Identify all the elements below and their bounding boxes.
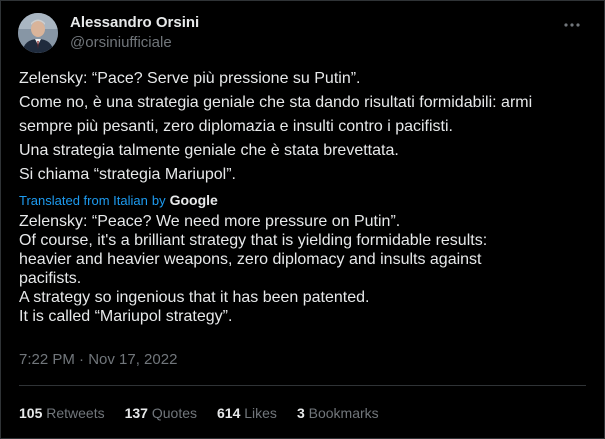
avatar-photo — [18, 13, 58, 53]
more-options-button[interactable] — [560, 13, 584, 37]
translation-attribution[interactable]: Translated from Italian by Google — [19, 192, 218, 208]
divider — [19, 385, 586, 386]
bookmarks-count: 3 — [296, 405, 309, 421]
google-logo: Google — [169, 192, 218, 208]
tweet-line: Si chiama “strategia Mariupol”. — [19, 166, 236, 183]
tweet-line: Una strategia talmente geniale che è sta… — [19, 142, 399, 159]
quotes-label: Quotes — [151, 405, 197, 421]
translated-line: It is called “Mariupol strategy”. — [19, 308, 233, 325]
tweet-text: Zelensky: “Pace? Serve più pressione su … — [19, 67, 594, 187]
likes-count: 614 — [217, 405, 245, 421]
bookmarks-stat[interactable]: 3 Bookmarks — [297, 405, 379, 421]
translated-from-label: Translated from Italian — [19, 192, 148, 208]
tweet-line: sempre più pesanti, zero diplomazia e in… — [19, 118, 453, 135]
translated-line: Of course, it's a brilliant strategy tha… — [19, 232, 488, 249]
tweet-line: Come no, è una strategia geniale che sta… — [19, 94, 533, 111]
more-horizontal-icon — [564, 23, 580, 27]
quotes-count: 137 — [124, 405, 152, 421]
retweets-count: 105 — [19, 405, 47, 421]
author-name[interactable]: Alessandro Orsini — [70, 14, 199, 31]
author-handle[interactable]: @orsiniufficiale — [70, 34, 172, 51]
translated-by-label: by — [151, 192, 166, 208]
engagement-stats: 105 Retweets 137 Quotes 614 Likes 3 Book… — [19, 405, 399, 421]
retweets-label: Retweets — [46, 405, 105, 421]
translated-text: Zelensky: “Peace? We need more pressure … — [19, 212, 594, 326]
tweet-timestamp[interactable]: 7:22 PM · Nov 17, 2022 — [19, 351, 177, 368]
tweet-line: Zelensky: “Pace? Serve più pressione su … — [19, 70, 361, 87]
retweets-stat[interactable]: 105 Retweets — [19, 405, 105, 421]
quotes-stat[interactable]: 137 Quotes — [125, 405, 197, 421]
translated-line: A strategy so ingenious that it has been… — [19, 289, 370, 306]
avatar[interactable] — [18, 13, 58, 53]
translated-line: Zelensky: “Peace? We need more pressure … — [19, 213, 401, 230]
tweet-card: Alessandro Orsini @orsiniufficiale Zelen… — [0, 0, 605, 439]
translated-line: pacifists. — [19, 270, 82, 287]
bookmarks-label: Bookmarks — [308, 405, 379, 421]
translated-line: heavier and heavier weapons, zero diplom… — [19, 251, 482, 268]
likes-stat[interactable]: 614 Likes — [217, 405, 277, 421]
likes-label: Likes — [244, 405, 277, 421]
